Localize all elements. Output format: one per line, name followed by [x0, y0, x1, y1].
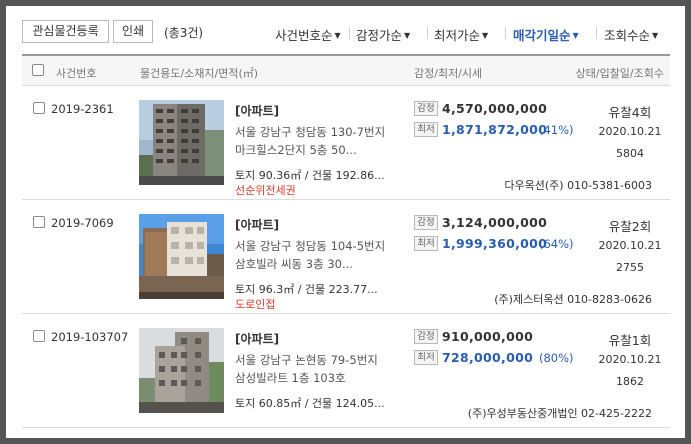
agent-contact: (주)제스터옥션 010-8283-0626 [494, 293, 652, 306]
row-checkbox[interactable] [33, 102, 45, 114]
sort-label: 조회수순 [604, 28, 651, 43]
case-number[interactable]: 2019-103707 [51, 330, 128, 344]
property-note: 도로인접 [235, 298, 276, 311]
property-type[interactable]: [아파트] [235, 102, 279, 119]
sort-case-number[interactable]: 사건번호순 ▼ [275, 25, 341, 44]
property-photo[interactable] [139, 100, 224, 185]
property-type[interactable]: [아파트] [235, 216, 279, 233]
dropdown-caret-icon: ▼ [572, 31, 579, 40]
minimum-percent: (80%) [539, 351, 574, 365]
sort-label: 사건번호순 [275, 28, 333, 43]
sort-views[interactable]: 조회수순 ▼ [604, 25, 658, 44]
property-photo[interactable] [139, 328, 224, 413]
address-line: 서울 강남구 논현동 79-5번지 [235, 353, 378, 367]
column-price: 감정/최저/시세 [414, 67, 483, 80]
dropdown-caret-icon: ▼ [404, 31, 411, 40]
property-address[interactable]: 서울 강남구 청담동 104-5번지 삼호빌라 씨동 3층 30... [235, 237, 415, 273]
auction-status: 유찰1회 [608, 333, 652, 348]
minimum-price: 1,871,872,000 [442, 122, 548, 137]
table-row[interactable]: 2019-103707 [아파트] 서울 강남구 논현동 79-5번지 삼성빌라… [22, 314, 670, 428]
column-case-number: 사건번호 [56, 67, 97, 80]
divider [427, 27, 428, 39]
minimum-tag: 최저 [414, 236, 438, 251]
agent-contact: (주)우성부동산중개법인 02-425-2222 [467, 407, 652, 420]
column-status: 상태/입찰일/조회수 [575, 67, 664, 80]
view-count: 5804 [616, 147, 644, 160]
dropdown-caret-icon: ▼ [482, 31, 489, 40]
select-all-checkbox[interactable] [32, 64, 44, 76]
address-line: 삼성빌라트 1층 103호 [235, 371, 346, 385]
dropdown-caret-icon: ▼ [652, 31, 659, 40]
minimum-percent: (41%) [539, 123, 574, 137]
sort-appraisal[interactable]: 감정가순 ▼ [356, 25, 410, 44]
address-line: 서울 강남구 청담동 104-5번지 [235, 239, 386, 253]
print-button[interactable]: 인쇄 [113, 20, 153, 43]
appraisal-price: 4,570,000,000 [442, 101, 548, 116]
table-row[interactable]: 2019-2361 [아파트] 서울 강남구 청담동 130-7번지 마크힐스2… [22, 86, 670, 200]
divider [349, 27, 350, 39]
address-line: 삼호빌라 씨동 3층 30... [235, 257, 353, 271]
minimum-tag: 최저 [414, 350, 438, 365]
appraisal-tag: 감정 [414, 215, 438, 230]
case-number[interactable]: 2019-2361 [51, 102, 114, 116]
case-number[interactable]: 2019-7069 [51, 216, 114, 230]
column-property: 물건용도/소재지/면적(㎡) [140, 67, 259, 80]
sort-sale-date[interactable]: 매각기일순 ▼ [513, 25, 579, 44]
auction-status: 유찰2회 [608, 219, 652, 234]
property-address[interactable]: 서울 강남구 논현동 79-5번지 삼성빌라트 1층 103호 [235, 351, 415, 387]
auction-date: 2020.10.21 [598, 125, 662, 138]
property-photo[interactable] [139, 214, 224, 299]
table-row[interactable]: 2019-7069 [아파트] 서울 강남구 청담동 104-5번지 삼호빌라 … [22, 200, 670, 314]
minimum-tag: 최저 [414, 122, 438, 137]
minimum-percent: (64%) [539, 237, 574, 251]
sort-label: 감정가순 [356, 28, 403, 43]
property-type[interactable]: [아파트] [235, 330, 279, 347]
view-count: 1862 [616, 375, 644, 388]
appraisal-price: 3,124,000,000 [442, 215, 548, 230]
sort-minimum[interactable]: 최저가순 ▼ [434, 25, 488, 44]
auction-date: 2020.10.21 [598, 353, 662, 366]
divider [505, 27, 506, 39]
appraisal-tag: 감정 [414, 101, 438, 116]
property-area: 토지 96.3㎡ / 건물 223.77... [235, 283, 378, 296]
row-checkbox[interactable] [33, 216, 45, 228]
appraisal-tag: 감정 [414, 329, 438, 344]
table-header: 사건번호 물건용도/소재지/면적(㎡) 감정/최저/시세 상태/입찰일/조회수 [22, 54, 670, 86]
minimum-price: 728,000,000 [442, 350, 534, 365]
property-note: 선순위전세권 [235, 184, 296, 197]
auction-date: 2020.10.21 [598, 239, 662, 252]
register-interest-button[interactable]: 관심물건등록 [22, 20, 109, 43]
property-area: 토지 90.36㎡ / 건물 192.86... [235, 169, 385, 182]
property-address[interactable]: 서울 강남구 청담동 130-7번지 마크힐스2단지 5층 50... [235, 123, 415, 159]
sort-label: 최저가순 [434, 28, 481, 43]
agent-contact: 다우옥션(주) 010-5381-6003 [504, 179, 652, 192]
toolbar: 관심물건등록 인쇄 (총3건) 사건번호순 ▼ 감정가순 ▼ 최저가순 ▼ 매각기일순… [6, 6, 685, 52]
row-checkbox[interactable] [33, 330, 45, 342]
address-line: 마크힐스2단지 5층 50... [235, 143, 357, 157]
result-count: (총3건) [164, 26, 204, 40]
address-line: 서울 강남구 청담동 130-7번지 [235, 125, 386, 139]
view-count: 2755 [616, 261, 644, 274]
minimum-price: 1,999,360,000 [442, 236, 548, 251]
property-area: 토지 60.85㎡ / 건물 124.05... [235, 397, 385, 410]
auction-status: 유찰4회 [608, 105, 652, 120]
divider [596, 27, 597, 39]
auction-list-panel: 관심물건등록 인쇄 (총3건) 사건번호순 ▼ 감정가순 ▼ 최저가순 ▼ 매각기일순… [6, 6, 685, 438]
sort-label: 매각기일순 [513, 28, 571, 43]
appraisal-price: 910,000,000 [442, 329, 534, 344]
dropdown-caret-icon: ▼ [334, 31, 341, 40]
